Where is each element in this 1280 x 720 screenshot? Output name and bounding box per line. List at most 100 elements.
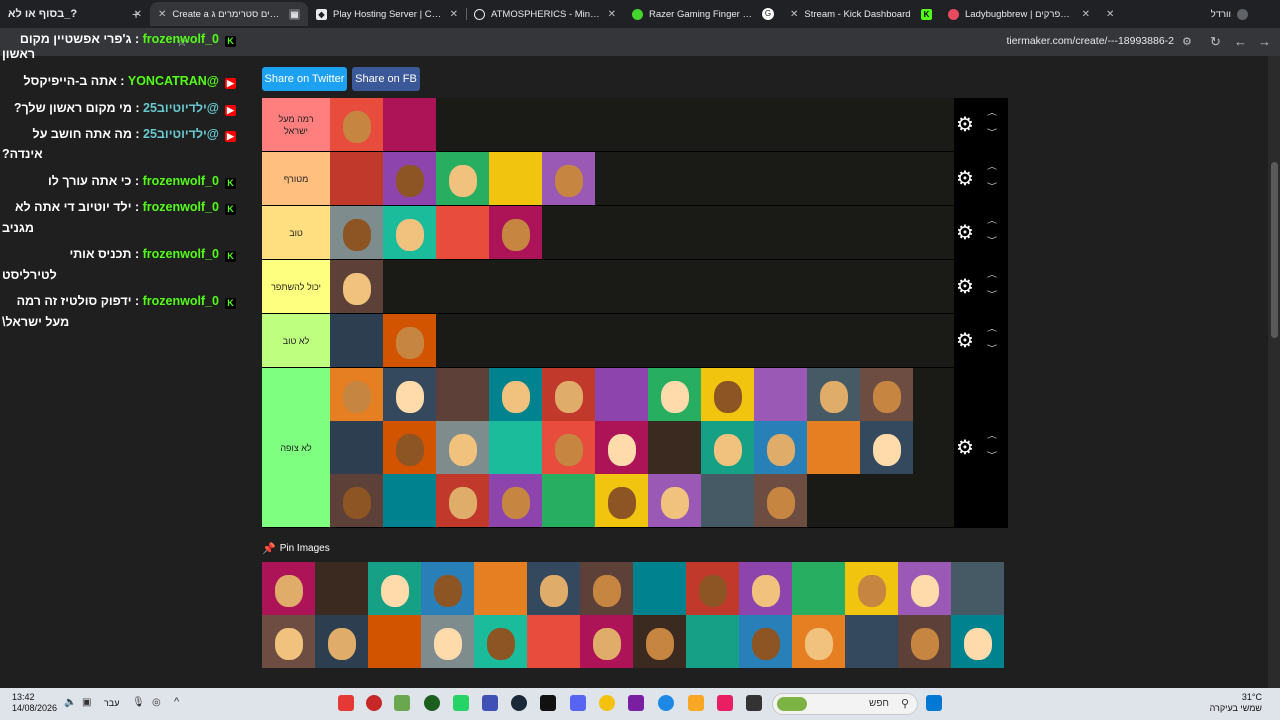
avatar-image[interactable]: [701, 474, 754, 527]
avatar-image[interactable]: [648, 474, 701, 527]
url-text[interactable]: tiermaker.com/create/---18993886-2: [1007, 35, 1175, 47]
avatar-image[interactable]: [595, 421, 648, 474]
avatar-image[interactable]: [383, 474, 436, 527]
edge-icon[interactable]: [658, 695, 674, 711]
avatar-image[interactable]: [860, 421, 913, 474]
avatar-image[interactable]: [542, 474, 595, 527]
app-icon[interactable]: [746, 695, 762, 711]
avatar-image[interactable]: [951, 615, 1004, 668]
avatar-image[interactable]: [807, 421, 860, 474]
discord-icon[interactable]: [570, 695, 586, 711]
avatar-image[interactable]: [383, 152, 436, 205]
tier-label[interactable]: לא טוב: [262, 314, 330, 367]
tier-label[interactable]: מטורף: [262, 152, 330, 205]
avatar-image[interactable]: [951, 562, 1004, 615]
avatar-image[interactable]: [330, 260, 383, 313]
avatar-image[interactable]: [436, 152, 489, 205]
scrollbar-thumb[interactable]: [1271, 162, 1278, 338]
avatar-image[interactable]: [368, 615, 421, 668]
chevron-up-icon[interactable]: ︿: [987, 217, 997, 225]
avatar-image[interactable]: [383, 206, 436, 259]
avatar-image[interactable]: [330, 98, 383, 151]
avatar-image[interactable]: [489, 421, 542, 474]
gear-icon[interactable]: ⚙: [956, 115, 974, 135]
avatar-image[interactable]: [421, 615, 474, 668]
app-icon[interactable]: [628, 695, 644, 711]
tier-items[interactable]: [330, 206, 954, 259]
chevron-up-icon[interactable]: ︿: [987, 325, 997, 333]
chevron-down-icon[interactable]: ﹀: [987, 129, 997, 137]
avatar-image[interactable]: [845, 562, 898, 615]
avatar-image[interactable]: [436, 421, 489, 474]
taskbar-clock[interactable]: 13:42 14/08/2026: [12, 692, 57, 714]
tab-4[interactable]: Razer Gaming Finger Sleeve - G G: [624, 2, 782, 26]
avatar-image[interactable]: [330, 206, 383, 259]
tier-items[interactable]: [330, 368, 954, 527]
avatar-image[interactable]: [368, 562, 421, 615]
chevron-up-icon[interactable]: ^: [174, 696, 179, 708]
tab-1[interactable]: ✕ Create a יוטיוברים סטרימרים ג ▤: [150, 2, 308, 26]
avatar-image[interactable]: [489, 206, 542, 259]
avatar-image[interactable]: [633, 615, 686, 668]
input-language[interactable]: עבר: [104, 698, 119, 708]
gear-icon[interactable]: ⚙: [956, 223, 974, 243]
gear-icon[interactable]: ⚙: [956, 331, 974, 351]
close-tab-icon[interactable]: ✕: [1082, 9, 1090, 20]
tier-label[interactable]: רמה מעל ישראל: [262, 98, 330, 151]
mic-icon[interactable]: 🎙: [132, 697, 145, 708]
avatar-image[interactable]: [421, 562, 474, 615]
app-icon[interactable]: [366, 695, 382, 711]
avatar-image[interactable]: [898, 615, 951, 668]
avatar-image[interactable]: [436, 368, 489, 421]
tab-2[interactable]: ◆ Play Hosting Server | Console ✕: [308, 2, 466, 26]
minecraft-icon[interactable]: [394, 695, 410, 711]
avatar-image[interactable]: [542, 421, 595, 474]
avatar-image[interactable]: [754, 421, 807, 474]
reload-icon[interactable]: ↻: [1210, 34, 1221, 50]
avatar-image[interactable]: [739, 615, 792, 668]
avatar-image[interactable]: [686, 615, 739, 668]
avatar-image[interactable]: [792, 615, 845, 668]
avatar-image[interactable]: [474, 615, 527, 668]
avatar-image[interactable]: [383, 314, 436, 367]
avatar-image[interactable]: [754, 368, 807, 421]
chevron-down-icon[interactable]: ﹀: [987, 345, 997, 353]
avatar-image[interactable]: [315, 615, 368, 668]
close-tab-icon[interactable]: ✕: [450, 9, 458, 20]
avatar-image[interactable]: [489, 474, 542, 527]
avatar-image[interactable]: [474, 562, 527, 615]
chevron-up-icon[interactable]: ︿: [987, 432, 997, 440]
capcut-icon[interactable]: [540, 695, 556, 711]
avatar-image[interactable]: [595, 368, 648, 421]
avatar-image[interactable]: [792, 562, 845, 615]
tab-6[interactable]: Ladybugbbrew | כל הפרקים ✕: [940, 2, 1098, 26]
chevron-down-icon[interactable]: ﹀: [987, 291, 997, 299]
close-tab-icon[interactable]: ✕: [608, 9, 616, 20]
chevron-up-icon[interactable]: ︿: [987, 271, 997, 279]
app-icon[interactable]: [424, 695, 440, 711]
close-tab-icon[interactable]: ✕: [790, 9, 798, 20]
avatar-image[interactable]: [542, 152, 595, 205]
avatar-image[interactable]: [330, 474, 383, 527]
chevron-down-icon[interactable]: ﹀: [987, 452, 997, 460]
close-tab-icon[interactable]: ✕: [158, 9, 166, 20]
tier-label[interactable]: טוב: [262, 206, 330, 259]
avatar-image[interactable]: [383, 421, 436, 474]
steam-icon[interactable]: [511, 695, 527, 711]
share-twitter-button[interactable]: Share on Twitter: [262, 67, 347, 91]
weather-widget[interactable]: 31°C שמשי בעיקרה: [1210, 692, 1262, 714]
avatar-image[interactable]: [739, 562, 792, 615]
gear-icon[interactable]: ⚙: [956, 438, 974, 458]
avatar-image[interactable]: [262, 562, 315, 615]
chevron-up-icon[interactable]: ︿: [987, 109, 997, 117]
avatar-image[interactable]: [383, 368, 436, 421]
chevron-down-icon[interactable]: ﹀: [987, 183, 997, 191]
speaker-icon[interactable]: 🔈: [64, 697, 76, 708]
tab-7[interactable]: ✕ וורדל: [1098, 2, 1256, 26]
avatar-image[interactable]: [436, 206, 489, 259]
avatar-image[interactable]: [315, 562, 368, 615]
avatar-image[interactable]: [807, 368, 860, 421]
avatar-image[interactable]: [686, 562, 739, 615]
avatar-image[interactable]: [330, 314, 383, 367]
forward-icon[interactable]: →: [1258, 34, 1271, 50]
